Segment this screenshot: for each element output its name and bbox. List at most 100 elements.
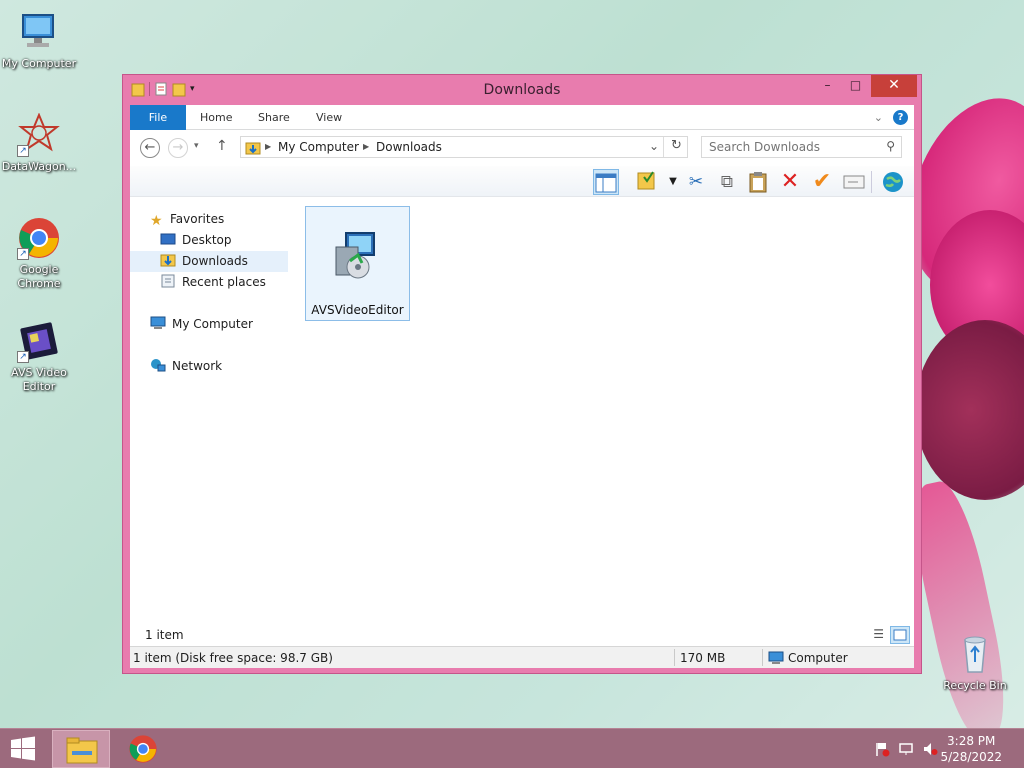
start-button[interactable] bbox=[8, 730, 42, 768]
navigation-pane: ★ Favorites Desktop Downloads Recent plac… bbox=[130, 197, 298, 624]
separator bbox=[762, 649, 763, 666]
sidebar-item-recent-places[interactable]: Recent places bbox=[130, 272, 288, 293]
paste-icon[interactable] bbox=[745, 169, 771, 195]
computer-icon bbox=[768, 651, 784, 668]
up-button[interactable]: ↑ bbox=[216, 138, 228, 154]
recent-places-icon bbox=[160, 274, 176, 288]
sidebar-item-label: Favorites bbox=[170, 212, 225, 226]
desktop-icon-label: Recycle Bin bbox=[943, 679, 1007, 692]
delete-icon[interactable]: ✕ bbox=[777, 169, 803, 195]
large-icons-view-icon[interactable] bbox=[890, 626, 910, 644]
search-icon[interactable]: ⚲ bbox=[886, 139, 895, 153]
computer-icon bbox=[150, 316, 166, 330]
sidebar-item-downloads[interactable]: Downloads bbox=[130, 251, 288, 272]
address-dropdown-icon[interactable]: ⌄ bbox=[649, 139, 659, 153]
desktop-icon-google-chrome[interactable]: ↗ Google Chrome bbox=[0, 216, 78, 291]
desktop-icon-label: DataWagon... bbox=[1, 160, 77, 173]
search-box[interactable]: ⚲ bbox=[701, 136, 902, 158]
taskbar-chrome[interactable] bbox=[124, 730, 164, 768]
back-button[interactable]: ← bbox=[140, 138, 160, 158]
explorer-window: ▾ Downloads – □ ✕ File Home Share View ⌄… bbox=[122, 74, 922, 674]
ribbon: File Home Share View ⌄ ? bbox=[130, 105, 914, 130]
window-body: File Home Share View ⌄ ? ← → ▾ ↑ ▶ My Co… bbox=[130, 105, 914, 668]
status-size: 170 MB bbox=[680, 651, 726, 665]
system-clock[interactable]: 3:28 PM 5/28/2022 bbox=[940, 733, 1002, 765]
breadcrumb-downloads[interactable]: Downloads bbox=[376, 140, 442, 154]
checkbox-folder-icon[interactable] bbox=[634, 169, 660, 195]
star-icon: ★ bbox=[150, 213, 163, 229]
sidebar-item-label: Network bbox=[172, 359, 223, 373]
minimize-button[interactable]: – bbox=[814, 75, 841, 97]
cut-icon[interactable]: ✂ bbox=[683, 169, 709, 195]
sidebar-item-favorites[interactable]: ★ Favorites bbox=[130, 209, 288, 230]
downloads-folder-icon bbox=[245, 140, 261, 159]
taskbar-file-explorer[interactable] bbox=[52, 730, 110, 768]
refresh-icon[interactable]: ↻ bbox=[671, 138, 682, 153]
details-view-icon[interactable]: ☰ bbox=[873, 627, 884, 641]
desktop-icon bbox=[160, 232, 176, 246]
item-count-bar: 1 item ☰ bbox=[130, 624, 914, 646]
address-bar[interactable]: ▶ My Computer ▶ Downloads ⌄ ↻ bbox=[240, 136, 688, 158]
windows-logo-icon bbox=[11, 736, 35, 761]
recycle-bin-icon bbox=[953, 632, 997, 676]
desktop-icon-avs-video-editor[interactable]: ↗ AVS Video Editor bbox=[0, 319, 78, 394]
network-icon bbox=[150, 358, 166, 372]
clock-date: 5/28/2022 bbox=[940, 750, 1002, 764]
file-explorer-icon bbox=[66, 737, 98, 764]
help-icon[interactable]: ? bbox=[893, 110, 908, 125]
tab-file[interactable]: File bbox=[130, 105, 186, 130]
tab-home[interactable]: Home bbox=[200, 105, 232, 130]
taskbar: 3:28 PM 5/28/2022 bbox=[0, 728, 1024, 768]
datawagon-icon: ↗ bbox=[17, 112, 61, 157]
breadcrumb-my-computer[interactable]: My Computer bbox=[278, 140, 359, 154]
title-bar[interactable]: ▾ Downloads – □ ✕ bbox=[123, 75, 921, 105]
tab-share[interactable]: Share bbox=[258, 105, 290, 130]
wallpaper-petal bbox=[930, 210, 1024, 360]
search-input[interactable] bbox=[702, 137, 872, 157]
checkmark-icon[interactable]: ✔ bbox=[809, 169, 835, 195]
desktop-icon-my-computer[interactable]: My Computer bbox=[0, 10, 78, 71]
file-item[interactable]: AVSVideoEditor bbox=[305, 206, 410, 321]
action-center-flag-icon[interactable] bbox=[874, 741, 890, 757]
volume-muted-icon[interactable] bbox=[922, 741, 938, 757]
sidebar-item-desktop[interactable]: Desktop bbox=[130, 230, 288, 251]
rename-icon[interactable] bbox=[841, 169, 867, 195]
globe-icon[interactable] bbox=[880, 169, 906, 195]
sidebar-item-label: Recent places bbox=[182, 275, 266, 289]
status-bar: 1 item (Disk free space: 98.7 GB) 170 MB… bbox=[130, 646, 914, 668]
separator bbox=[663, 137, 664, 157]
status-free-space: 1 item (Disk free space: 98.7 GB) bbox=[133, 651, 333, 665]
forward-button[interactable]: → bbox=[168, 138, 188, 158]
desktop-icon-datawagon[interactable]: ↗ DataWagon... bbox=[0, 112, 78, 174]
file-name: AVSVideoEditor bbox=[311, 303, 404, 317]
sidebar-item-label: My Computer bbox=[172, 317, 253, 331]
separator bbox=[871, 171, 872, 193]
breadcrumb-separator-icon: ▶ bbox=[265, 142, 272, 151]
sidebar-item-my-computer[interactable]: My Computer bbox=[130, 314, 288, 335]
file-list: AVSVideoEditor bbox=[298, 197, 914, 624]
shortcut-arrow-icon: ↗ bbox=[17, 145, 29, 157]
desktop-icon-recycle-bin[interactable]: Recycle Bin bbox=[936, 632, 1014, 693]
separator bbox=[674, 649, 675, 666]
installer-icon bbox=[332, 229, 382, 286]
network-status-icon[interactable] bbox=[898, 741, 914, 757]
preview-pane-button[interactable] bbox=[593, 169, 619, 195]
desktop-icon-label: Google Chrome bbox=[17, 263, 61, 290]
navigation-bar: ← → ▾ ↑ ▶ My Computer ▶ Downloads ⌄ ↻ ⚲ bbox=[130, 130, 914, 166]
expand-ribbon-icon[interactable]: ⌄ bbox=[874, 111, 883, 124]
close-button[interactable]: ✕ bbox=[871, 75, 917, 97]
maximize-button[interactable]: □ bbox=[842, 75, 869, 97]
tab-view[interactable]: View bbox=[316, 105, 342, 130]
shortcut-arrow-icon: ↗ bbox=[17, 351, 29, 363]
chrome-icon bbox=[129, 735, 157, 763]
desktop-icon-label: My Computer bbox=[1, 57, 77, 70]
shortcut-arrow-icon: ↗ bbox=[17, 248, 29, 260]
wallpaper-petal bbox=[915, 320, 1024, 500]
command-toolbar: ▼ ✂ ⧉ ✕ ✔ bbox=[130, 166, 914, 197]
sidebar-item-network[interactable]: Network bbox=[130, 356, 288, 377]
copy-icon[interactable]: ⧉ bbox=[714, 169, 740, 195]
recent-locations-chevron-icon[interactable]: ▾ bbox=[194, 141, 199, 151]
clock-time: 3:28 PM bbox=[947, 734, 996, 748]
downloads-folder-icon bbox=[160, 253, 176, 267]
film-icon: ↗ bbox=[17, 319, 61, 363]
